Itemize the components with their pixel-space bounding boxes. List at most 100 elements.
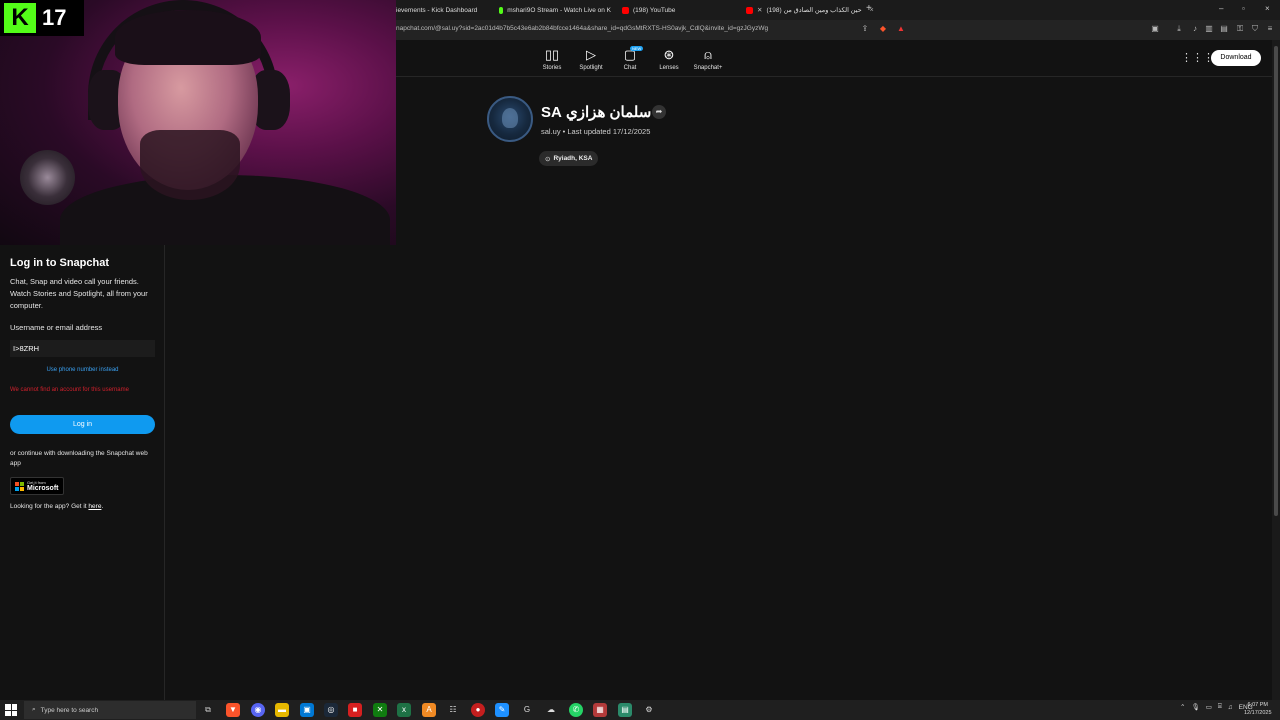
app-cloud-icon[interactable]: ☁ [544,703,558,717]
microsoft-logo-icon [15,481,24,491]
system-tray: ⌃ 🎙 ▭ ⌸ ♫ ENG [1180,703,1253,711]
location-pin-icon: ⊙ [545,155,551,163]
login-title: Log in to Snapchat [10,257,109,269]
looking-end: . [101,503,104,510]
date: 12/17/2025 [1244,710,1272,716]
search-placeholder: Type here to search [40,706,99,714]
settings-gear-icon[interactable]: ⚙ [642,703,656,717]
chevron-up-icon[interactable]: ⌃ [1180,703,1185,711]
time: 6:07 PM [1247,702,1268,708]
mute-icon[interactable]: ✕ [757,6,762,14]
login-panel [0,245,165,700]
profile-handle: sal.uy [541,127,561,136]
stories-icon: ▯▯ [544,47,560,62]
profile-meta: sal.uy • Last updated 17/12/2025 [541,127,650,136]
app-record-icon[interactable]: ● [471,703,485,717]
kick-logo-icon: K [4,3,36,33]
microsoft-store-badge[interactable]: Get it from Microsoft [10,477,64,495]
menu-icon[interactable]: ≡ [1265,24,1275,34]
brave-icon[interactable]: ▼ [226,703,240,717]
kick-favicon-icon [499,6,504,14]
lens-icon: ⊛ [663,47,675,62]
search-icon: ⌕ [32,706,36,713]
taskbar-search[interactable]: ⌕ Type here to search [24,701,196,719]
close-window-icon[interactable]: × [1265,4,1270,13]
media-icon[interactable]: ♪ [1190,24,1200,34]
tab-kick-stream[interactable]: mshari9O Stream - Watch Live on K [499,3,611,17]
nav-spotlight[interactable]: ▷ Spotlight [569,47,613,71]
apps-grid-icon[interactable]: ⋮⋮⋮ [1181,50,1214,66]
extensions-icon[interactable]: ⚿ [1235,24,1245,34]
webcam-overlay [0,0,396,245]
login-description: Chat, Snap and video call your friends. … [10,277,148,310]
looking-text: Looking for the app? Get it [10,503,89,510]
username-input[interactable] [10,340,155,357]
file-explorer-icon[interactable]: ▬ [275,703,289,717]
location-chip[interactable]: ⊙ Ryiadh, KSA [539,151,599,166]
app-red-icon[interactable]: ■ [348,703,362,717]
task-view-icon[interactable]: ⧉ [201,703,215,717]
nav-snapchat-plus[interactable]: ⍝ Snapchat+ [686,47,730,71]
app-g-icon[interactable]: G [520,703,534,717]
nav-chat[interactable]: ▢ Chat [608,47,652,71]
xbox-icon[interactable]: ✕ [373,703,387,717]
scrollbar-thumb[interactable] [1274,46,1278,516]
tab-label: (198) حين الكذاب ومين الصادق من [766,7,862,14]
nav-label: Chat [623,65,637,71]
nav-label: Spotlight [579,65,603,71]
share-icon[interactable]: ➦ [652,105,666,119]
minimize-icon[interactable]: – [1219,4,1223,13]
wallet-icon[interactable]: ▤ [1219,24,1229,34]
nav-lenses[interactable]: ⊛ Lenses [647,47,691,71]
login-button[interactable]: Log in [10,415,155,434]
nav-stories[interactable]: ▯▯ Stories [530,47,574,71]
nav-label: Lenses [659,65,679,71]
error-message: We cannot find an account for this usern… [10,387,129,393]
tab-kick-dashboard[interactable]: ievements - Kick Dashboard [396,3,492,17]
vpn-icon[interactable]: ⛉ [1250,24,1260,34]
panel-icon[interactable]: ▥ [1204,24,1214,34]
profile-name: سلمان هزازي SA [541,104,652,121]
play-icon: ▷ [586,47,596,62]
restore-icon[interactable]: ▫ [1242,4,1245,13]
network-icon[interactable]: ⌸ [1218,703,1222,711]
obs-mixer-icon[interactable]: ☷ [446,703,460,717]
app-grid-icon[interactable]: ▦ [593,703,607,717]
use-phone-link[interactable]: Use phone number instead [10,367,155,373]
tab-youtube[interactable]: (198) YouTube [622,3,732,17]
tab-label: (198) YouTube [633,6,676,14]
app-notes-icon[interactable]: ▤ [618,703,632,717]
volume-icon[interactable]: ♫ [1228,704,1233,711]
whatsapp-icon[interactable]: ✆ [569,703,583,717]
mic-icon[interactable]: 🎙 [1191,703,1199,711]
get-app-link[interactable]: here [88,503,101,510]
new-badge: NEW [630,46,644,51]
brave-rewards-icon[interactable]: ▲ [896,24,906,34]
share-page-icon[interactable]: ⇪ [860,24,870,34]
steam-icon[interactable]: ◎ [324,703,338,717]
taskbar-clock[interactable]: 6:07 PM 12/17/2025 [1244,701,1272,717]
nav-label: Snapchat+ [693,65,723,71]
discord-icon[interactable]: ◉ [251,703,265,717]
youtube-favicon-icon [622,6,629,14]
download-button[interactable]: Download [1211,50,1261,66]
streamer-hair [115,10,261,65]
downloads-icon[interactable]: ⤓ [1174,24,1184,34]
tab-label: mshari9O Stream - Watch Live on K [507,6,611,14]
new-tab-button[interactable]: + [866,3,872,14]
app-blue-icon[interactable]: ✎ [495,703,509,717]
tab-youtube-video[interactable]: ✕ (198) حين الكذاب ومين الصادق من × [746,3,906,17]
location-text: Ryiadh, KSA [553,155,593,162]
looking-for-app-text: Looking for the app? Get it here. [10,503,103,510]
brave-shield-icon[interactable]: ◆ [878,24,888,34]
app-orange-icon[interactable]: A [422,703,436,717]
monitor-icon[interactable]: ▭ [1206,703,1212,711]
ghost-icon: ⍝ [704,47,712,62]
url-field[interactable]: napchat.com/@sal.uy?sid=2ac01d4b7b5c43e6… [396,25,768,32]
excel-icon[interactable]: x [397,703,411,717]
store-icon[interactable]: ▣ [300,703,314,717]
sidebar-toggle-icon[interactable]: ▣ [1150,24,1160,34]
username-label: Username or email address [10,323,103,332]
windows-start-icon[interactable] [5,704,17,716]
viewer-count-badge: K 17 [0,0,84,36]
